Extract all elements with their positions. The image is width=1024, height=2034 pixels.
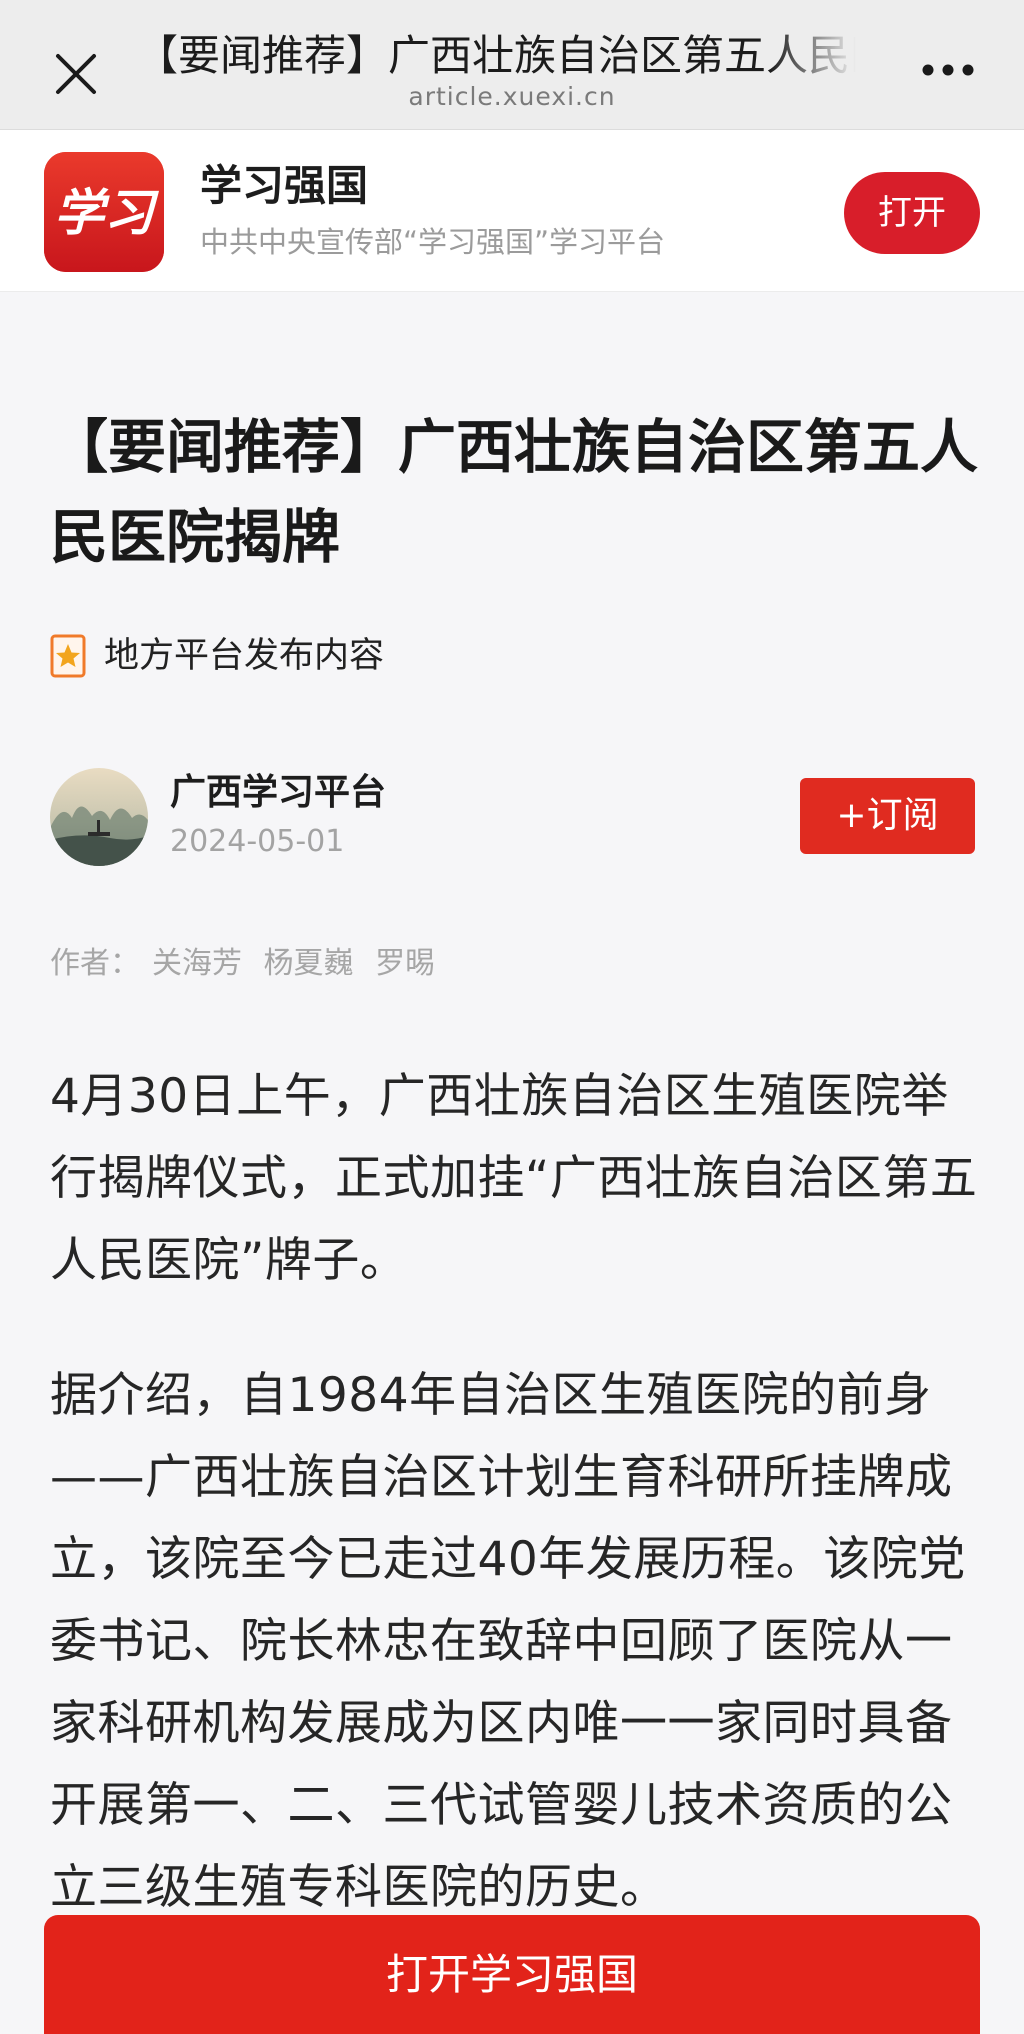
author-name: 关海芳 [152,946,242,981]
publisher-name[interactable]: 广西学习平台 [170,768,386,818]
author-name: 杨夏巍 [263,946,354,981]
open-app-button[interactable]: 打开 [844,172,980,254]
xuexi-logo: 学习 [44,152,164,272]
browser-top-bar: 【要闻推荐】广西壮族自治区第五人民医院揭牌 article.xuexi.cn [0,0,1024,130]
more-icon [922,64,974,76]
article-byline: 作者： 关海芳 杨夏巍 罗晹 [50,942,435,986]
more-button[interactable] [918,52,978,88]
open-xuexi-button[interactable]: 打开学习强国 [44,1915,980,2034]
author-name: 罗晹 [375,946,436,981]
source-label: 地方平台发布内容 [104,636,385,676]
article-paragraph: 据介绍，自1984年自治区生殖医院的前身——广西壮族自治区计划生育科研所挂牌成立… [50,1368,966,1915]
article-paragraph: 4月30日上午，广西壮族自治区生殖医院举行揭牌仪式，正式加挂“广西壮族自治区第五… [50,1069,978,1288]
page-domain: article.xuexi.cn [408,82,616,111]
page: 【要闻推荐】广西壮族自治区第五人民医院揭牌 article.xuexi.cn 学… [0,0,1024,2034]
app-slogan: 中共中央宣传部“学习强国”学习平台 [200,225,666,259]
publish-date: 2024-05-01 [170,824,345,859]
star-badge-icon [50,634,86,678]
byline-label: 作者： [50,946,140,981]
article-headline: 【要闻推荐】广西壮族自治区第五人民医院揭牌 [50,413,979,571]
app-download-banner: 学习 学习强国 中共中央宣传部“学习强国”学习平台 打开 [0,130,1024,292]
source-tag: 地方平台发布内容 [50,630,384,682]
publisher-row: 广西学习平台 2024-05-01 +订阅 [50,768,975,868]
app-name: 学习强国 [200,161,369,210]
subscribe-button[interactable]: +订阅 [800,778,975,854]
svg-text:学习: 学习 [54,183,159,242]
publisher-avatar[interactable] [50,768,148,866]
page-title: 【要闻推荐】广西壮族自治区第五人民医院揭牌 [136,31,856,80]
